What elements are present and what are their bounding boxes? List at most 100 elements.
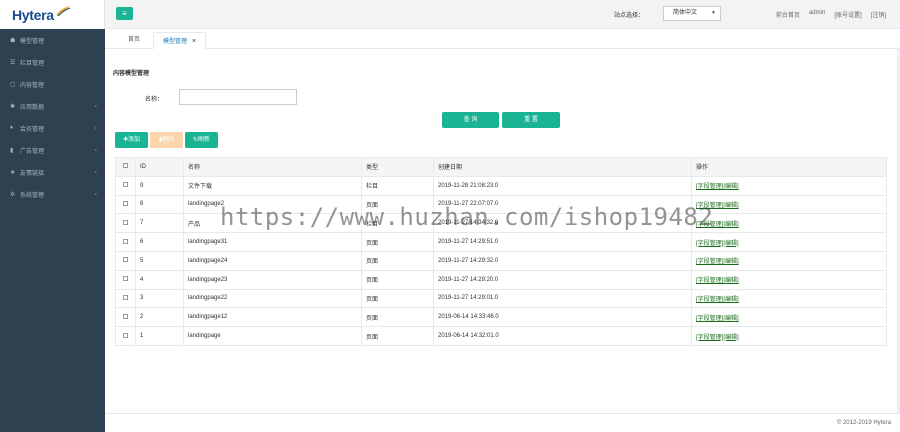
site-select[interactable]: 简体中文 ▼: [663, 6, 721, 21]
row-checkbox[interactable]: [123, 276, 128, 282]
menu-toggle-button[interactable]: ≡: [116, 7, 133, 20]
sidebar-item-label: 友情链接: [20, 170, 45, 177]
sidebar-item[interactable]: ▢ 内容管理: [0, 73, 105, 95]
close-icon[interactable]: ×: [192, 38, 196, 45]
table-row[interactable]: 4 landingpage23 页面 2019-11-27 14:29:20.0 [字段…: [115, 269, 887, 290]
row-checkbox-cell[interactable]: [115, 288, 136, 309]
row-checkbox[interactable]: [123, 332, 128, 338]
edit-link[interactable]: [编辑]: [723, 184, 738, 190]
row-checkbox[interactable]: [123, 200, 128, 206]
tab-home[interactable]: 首页: [119, 32, 149, 49]
sidebar-item[interactable]: ☗ 模型管理: [0, 29, 105, 51]
table-row[interactable]: 5 landingpage24 页面 2019-11-27 14:29:32.0 [字段…: [115, 250, 887, 271]
link-admin-user[interactable]: admin: [809, 10, 825, 19]
watermark: https://www.huzhan.com/ishop19482: [220, 203, 714, 231]
field-manage-link[interactable]: [字段管理]: [696, 241, 723, 247]
select-all-checkbox-cell[interactable]: [115, 157, 136, 177]
field-manage-link[interactable]: [字段管理]: [696, 297, 723, 303]
row-checkbox-cell[interactable]: [115, 194, 136, 215]
cell-type: 页面: [361, 326, 434, 346]
table-row[interactable]: 2 landingpage12 页面 2019-06-14 14:33:46.0 [字段…: [115, 307, 887, 328]
sidebar-item[interactable]: ★ 友情链接 ‹: [0, 161, 105, 183]
chevron-left-icon: ‹: [94, 102, 97, 110]
field-manage-link[interactable]: [字段管理]: [696, 278, 723, 284]
sidebar-item[interactable]: ▮ 广告管理 ‹: [0, 139, 105, 161]
row-checkbox-cell[interactable]: [115, 175, 136, 196]
cell-name: landingpage12: [183, 307, 362, 328]
edit-link[interactable]: [编辑]: [723, 203, 738, 209]
row-checkbox[interactable]: [123, 294, 128, 300]
top-links: 前台首页 admin [账号设置] [注销]: [776, 10, 886, 19]
section-title: 内容模型管理: [113, 71, 150, 77]
link-logout[interactable]: [注销]: [871, 10, 886, 19]
row-checkbox[interactable]: [123, 238, 128, 244]
row-checkbox-cell[interactable]: [115, 307, 136, 328]
tab-model-management[interactable]: 模型管理 ×: [153, 32, 207, 49]
top-header: ≡ 站点选择： 简体中文 ▼ 前台首页 admin [账号设置] [注销]: [105, 0, 900, 29]
row-checkbox[interactable]: [123, 313, 128, 319]
cell-type: 页面: [361, 250, 434, 271]
cell-name: landingpage: [183, 326, 362, 346]
sidebar-item[interactable]: ♦ 会员管理 ‹: [0, 117, 105, 139]
row-checkbox-cell[interactable]: [115, 269, 136, 290]
table-row[interactable]: 6 landingpage31 页面 2019-11-27 14:29:51.0 [字段…: [115, 232, 887, 252]
table-row[interactable]: 1 landingpage 页面 2019-06-14 14:32:01.0 [字段管理…: [115, 326, 887, 346]
name-input[interactable]: [179, 89, 297, 105]
logo-swoosh-icon: [55, 5, 70, 16]
edit-link[interactable]: [编辑]: [723, 335, 738, 341]
query-button[interactable]: 查 询: [442, 112, 499, 128]
footer: © 2012-2019 Hytera: [105, 413, 900, 432]
cell-type: 页面: [361, 232, 434, 252]
row-checkbox[interactable]: [123, 257, 128, 263]
sidebar-item[interactable]: ☰ 栏目管理: [0, 51, 105, 73]
chart-icon: ▮: [10, 147, 14, 154]
edit-link[interactable]: [编辑]: [723, 297, 738, 303]
row-checkbox[interactable]: [123, 182, 128, 188]
sidebar-item-label: 栏目管理: [20, 60, 45, 67]
field-manage-link[interactable]: [字段管理]: [696, 259, 723, 265]
reset-button[interactable]: 重 置: [502, 112, 560, 128]
table-row[interactable]: 3 landingpage22 页面 2019-11-27 14:29:01.0 [字段…: [115, 288, 887, 309]
select-all-checkbox[interactable]: [123, 163, 128, 169]
edit-link[interactable]: [编辑]: [723, 278, 738, 284]
edit-link[interactable]: [编辑]: [723, 241, 738, 247]
hamburger-icon: ≡: [122, 9, 127, 18]
delete-button[interactable]: ▮删除: [150, 132, 183, 148]
cell-date: 2019-11-27 14:29:01.0: [433, 288, 692, 309]
row-checkbox-cell[interactable]: [115, 326, 136, 346]
edit-link[interactable]: [编辑]: [723, 222, 738, 228]
header-name[interactable]: 名称: [183, 157, 362, 177]
edit-link[interactable]: [编辑]: [723, 259, 738, 265]
row-checkbox-cell[interactable]: [115, 213, 136, 234]
main-content: 内容模型管理 名称： 查 询 重 置 ✚添加 ▮删除 ↻刷新 ID 名称 类型 …: [105, 49, 897, 413]
cell-date: 2019-11-28 21:08:23.0: [433, 175, 692, 196]
sidebar-item-label: 内容管理: [20, 82, 45, 89]
chevron-left-icon: ‹: [94, 190, 97, 198]
field-manage-link[interactable]: [字段管理]: [696, 335, 723, 341]
header-date[interactable]: 创建日期: [433, 157, 692, 177]
cell-id: 1: [135, 326, 184, 346]
cell-type: 页面: [361, 288, 434, 309]
logo[interactable]: Hytera: [0, 0, 105, 29]
header-id[interactable]: ID: [135, 157, 184, 177]
row-checkbox-cell[interactable]: [115, 250, 136, 271]
site-select-label: 站点选择：: [614, 13, 645, 19]
cell-id: 5: [135, 250, 184, 271]
header-type[interactable]: 类型: [361, 157, 434, 177]
cell-actions: [字段管理][编辑]: [691, 269, 887, 290]
cell-date: 2019-06-14 14:33:46.0: [433, 307, 692, 328]
table-row[interactable]: 9 文件下载 栏目 2019-11-28 21:08:23.0 [字段管理][编辑]: [115, 175, 887, 196]
add-button[interactable]: ✚添加: [115, 132, 148, 148]
sidebar-item[interactable]: ✲ 系统管理 ‹: [0, 183, 105, 205]
row-checkbox-cell[interactable]: [115, 232, 136, 252]
row-checkbox[interactable]: [123, 219, 128, 225]
cell-actions: [字段管理][编辑]: [691, 194, 887, 215]
link-account-settings[interactable]: [账号设置]: [834, 10, 861, 19]
edit-link[interactable]: [编辑]: [723, 316, 738, 322]
sidebar-item[interactable]: ✱ 应用数据 ‹: [0, 95, 105, 117]
site-select-value: 简体中文: [673, 10, 698, 16]
link-frontend-home[interactable]: 前台首页: [776, 10, 800, 19]
field-manage-link[interactable]: [字段管理]: [696, 184, 723, 190]
refresh-button[interactable]: ↻刷新: [185, 132, 218, 148]
field-manage-link[interactable]: [字段管理]: [696, 316, 723, 322]
